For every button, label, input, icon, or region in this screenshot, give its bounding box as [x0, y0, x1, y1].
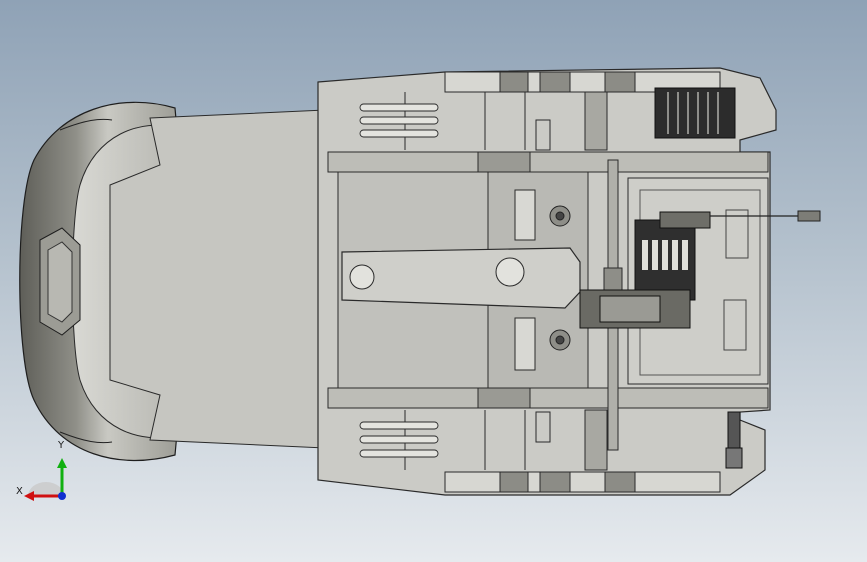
machine-assembly-model[interactable] [0, 0, 867, 562]
x-axis-label: X [16, 486, 23, 497]
radiator-grille[interactable] [654, 87, 736, 139]
y-axis-label: Y [58, 440, 65, 451]
axis-triad [24, 458, 67, 501]
cable-connector[interactable] [725, 411, 743, 469]
lift-arm[interactable] [341, 247, 581, 309]
cad-viewport[interactable]: Y X [0, 0, 867, 562]
z-axis-icon [58, 492, 66, 500]
